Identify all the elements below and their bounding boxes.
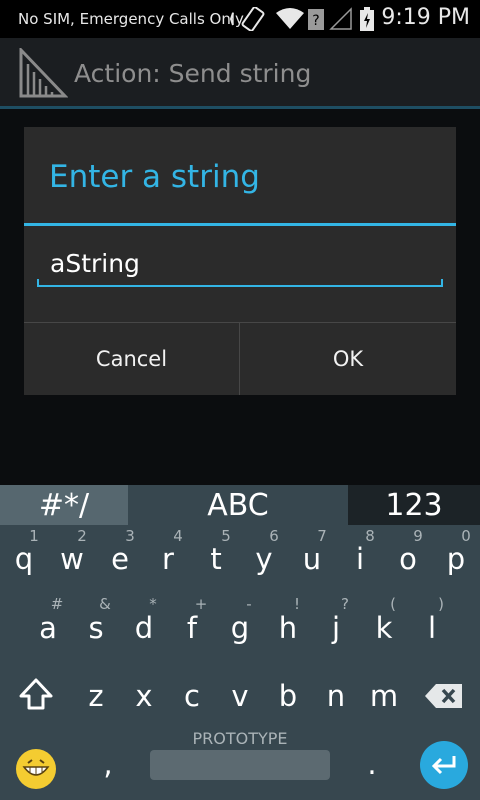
tab-numbers[interactable]: 123 — [348, 485, 480, 525]
string-input[interactable]: aString — [37, 239, 443, 287]
key-h[interactable]: h — [264, 611, 312, 645]
input-underline-right-tick — [441, 279, 443, 287]
carrier-text: No SIM, Emergency Calls Only — [18, 10, 244, 28]
action-bar: Action: Send string — [0, 38, 480, 106]
emoji-icon[interactable] — [14, 747, 58, 791]
clock: 9:19 PM — [381, 5, 470, 30]
key-o[interactable]: o — [384, 542, 432, 576]
key-c[interactable]: c — [168, 679, 216, 713]
key-t[interactable]: t — [192, 542, 240, 576]
tab-letters[interactable]: ABC — [128, 485, 348, 525]
keyboard-keys: 1 2 3 4 5 6 7 8 9 0 q w e r t y u i o p … — [0, 525, 480, 800]
key-r[interactable]: r — [144, 542, 192, 576]
space-bar[interactable] — [150, 750, 330, 780]
key-m[interactable]: m — [360, 679, 408, 713]
cancel-button[interactable]: Cancel — [24, 323, 239, 395]
keyboard-label: PROTOTYPE — [192, 729, 288, 748]
key-g[interactable]: g — [216, 611, 264, 645]
enter-icon — [431, 756, 456, 775]
input-underline-left-tick — [37, 279, 39, 287]
key-u[interactable]: u — [288, 542, 336, 576]
screen-title: Action: Send string — [74, 59, 312, 88]
key-l[interactable]: l — [408, 611, 456, 645]
key-q[interactable]: q — [0, 542, 48, 576]
key-comma[interactable]: , — [84, 747, 132, 781]
key-period[interactable]: . — [348, 747, 396, 781]
ok-button[interactable]: OK — [240, 323, 456, 395]
key-y[interactable]: y — [240, 542, 288, 576]
dialog-title-divider — [24, 223, 456, 226]
status-bar: No SIM, Emergency Calls Only ? 9:19 PM — [0, 0, 480, 38]
key-z[interactable]: z — [72, 679, 120, 713]
key-w[interactable]: w — [48, 542, 96, 576]
key-b[interactable]: b — [264, 679, 312, 713]
app-ruler-icon — [19, 48, 68, 98]
key-j[interactable]: j — [312, 611, 360, 645]
action-bar-divider — [0, 106, 480, 109]
key-k[interactable]: k — [360, 611, 408, 645]
wifi-icon — [276, 8, 304, 29]
key-n[interactable]: n — [312, 679, 360, 713]
signal-icon — [329, 7, 352, 30]
keyboard-tabs: #*/ ABC 123 — [0, 485, 480, 525]
key-f[interactable]: f — [168, 611, 216, 645]
backspace-icon[interactable] — [424, 682, 464, 710]
key-v[interactable]: v — [216, 679, 264, 713]
key-e[interactable]: e — [96, 542, 144, 576]
key-p[interactable]: p — [432, 542, 480, 576]
key-i[interactable]: i — [336, 542, 384, 576]
input-underline — [37, 285, 443, 287]
battery-charging-icon — [360, 7, 374, 31]
key-x[interactable]: x — [120, 679, 168, 713]
shift-icon[interactable] — [17, 677, 55, 711]
soft-keyboard: #*/ ABC 123 1 2 3 4 5 6 7 8 9 0 q w e r … — [0, 485, 480, 800]
vibrate-icon — [229, 7, 265, 31]
unknown-icon: ? — [308, 9, 324, 30]
svg-text:?: ? — [312, 13, 319, 29]
enter-button[interactable] — [420, 741, 468, 789]
string-input-value[interactable]: aString — [50, 249, 140, 278]
key-d[interactable]: d — [120, 611, 168, 645]
key-s[interactable]: s — [72, 611, 120, 645]
tab-symbols[interactable]: #*/ — [0, 485, 128, 525]
dialog-title: Enter a string — [49, 159, 260, 195]
key-a[interactable]: a — [24, 611, 72, 645]
enter-string-dialog: Enter a string aString Cancel OK — [24, 127, 456, 395]
